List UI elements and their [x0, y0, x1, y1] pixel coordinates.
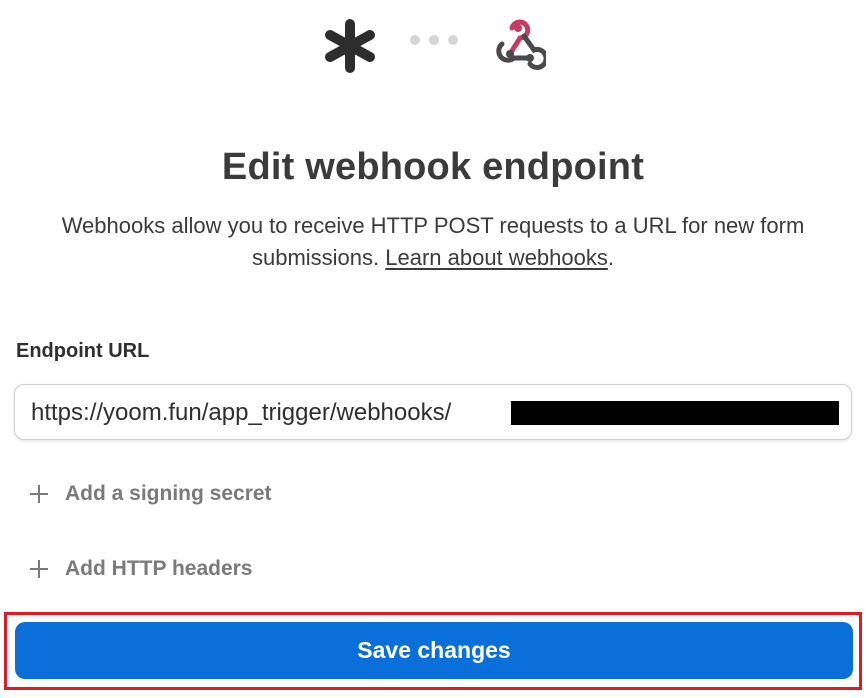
page-title: Edit webhook endpoint — [221, 146, 645, 188]
header-logos — [0, 12, 866, 73]
save-changes-button[interactable]: Save changes — [15, 622, 853, 679]
plus-icon — [28, 483, 50, 505]
add-signing-secret-button[interactable]: Add a signing secret — [28, 479, 272, 509]
dot — [429, 35, 439, 45]
webhook-icon — [496, 19, 546, 70]
learn-about-webhooks-link[interactable]: Learn about webhooks — [385, 245, 608, 270]
endpoint-url-input[interactable]: https://yoom.fun/app_trigger/webhooks/ — [14, 384, 852, 440]
plus-icon — [28, 558, 50, 580]
dot — [448, 35, 458, 45]
dot — [410, 35, 420, 45]
description-suffix: . — [607, 245, 615, 270]
add-http-headers-button[interactable]: Add HTTP headers — [28, 554, 252, 584]
add-signing-secret-label: Add a signing secret — [65, 482, 272, 505]
page-description: Webhooks allow you to receive HTTP POST … — [30, 210, 836, 274]
add-http-headers-label: Add HTTP headers — [65, 557, 253, 580]
endpoint-url-label: Endpoint URL — [16, 340, 150, 362]
endpoint-url-value: https://yoom.fun/app_trigger/webhooks/ — [31, 399, 452, 426]
connector-dots — [410, 35, 460, 47]
asterisk-icon — [325, 19, 375, 73]
redacted-url-segment — [511, 401, 839, 425]
